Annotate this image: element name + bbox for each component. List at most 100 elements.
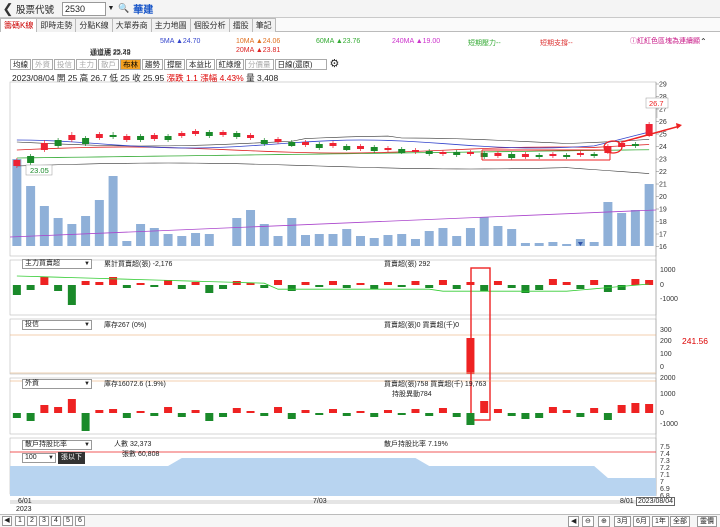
candle-body bbox=[549, 154, 557, 156]
search-icon[interactable]: 🔍 bbox=[118, 3, 129, 14]
main-force-bar bbox=[232, 281, 241, 285]
range-button-1[interactable]: ⊖ bbox=[582, 516, 594, 527]
tab-4[interactable]: 主力地圖 bbox=[150, 18, 191, 32]
candle-body bbox=[109, 135, 117, 137]
foreign-select[interactable]: 外資 ▼ bbox=[22, 379, 92, 389]
retail-tick: 7.1 bbox=[660, 472, 670, 479]
page-button-3[interactable]: 3 bbox=[39, 516, 49, 526]
tab-2[interactable]: 分點K線 bbox=[75, 18, 113, 32]
page-button-1[interactable]: 1 bbox=[15, 516, 25, 526]
page-button-2[interactable]: 2 bbox=[27, 516, 37, 526]
gear-icon[interactable]: ⚙ bbox=[330, 59, 340, 70]
toolbar-2[interactable]: 投信 bbox=[54, 59, 75, 70]
tab-0[interactable]: 籌碼K線 bbox=[0, 18, 38, 32]
retail-select[interactable]: 散戶持股比率 ▼ bbox=[22, 440, 92, 450]
retail-level-button[interactable]: 張以下 bbox=[58, 452, 85, 464]
tab-5[interactable]: 個股分析 bbox=[189, 18, 230, 32]
retail-level-select[interactable]: 100 ▼ bbox=[22, 453, 56, 463]
range-button-5[interactable]: 1年 bbox=[652, 516, 669, 527]
retail-area bbox=[10, 458, 656, 496]
trust-tick: 100 bbox=[660, 351, 672, 358]
candle-body bbox=[260, 140, 268, 144]
foreign-bar bbox=[287, 413, 296, 419]
volume-bar bbox=[328, 234, 338, 246]
tab-7[interactable]: 筆記 bbox=[251, 18, 276, 32]
volume-bar bbox=[81, 216, 91, 246]
volume-bar bbox=[287, 218, 297, 246]
main-force-bar bbox=[315, 285, 324, 287]
foreign-bar bbox=[150, 413, 159, 416]
range-button-0[interactable]: ◀ bbox=[568, 516, 580, 527]
volume-bar bbox=[465, 228, 475, 246]
chevron-down-icon[interactable]: ▼ bbox=[106, 5, 116, 12]
back-icon[interactable]: ❮ bbox=[0, 0, 16, 18]
volume-bar bbox=[589, 242, 599, 246]
main-force-bar bbox=[150, 285, 159, 287]
toolbar-6[interactable]: 趨勢 bbox=[142, 59, 163, 70]
retail-tick: 7.3 bbox=[660, 458, 670, 465]
toolbar-3[interactable]: 主力 bbox=[76, 59, 97, 70]
main-force-bar bbox=[342, 285, 351, 288]
toolbar-9[interactable]: 紅綠燈 bbox=[215, 59, 244, 70]
collapse-icon[interactable]: ⌃ bbox=[700, 37, 707, 46]
toolbar-1[interactable]: 外資 bbox=[32, 59, 53, 70]
tab-3[interactable]: 大單券商 bbox=[111, 18, 152, 32]
toolbar-4[interactable]: 散戶 bbox=[98, 59, 119, 70]
tab-6[interactable]: 擂股 bbox=[228, 18, 253, 32]
range-button-3[interactable]: 3月 bbox=[614, 516, 631, 527]
main-force-bar bbox=[493, 281, 502, 285]
toolbar-8[interactable]: 本益比 bbox=[186, 59, 215, 70]
candle-body bbox=[68, 135, 76, 140]
trust-stock: 庫存267 (0%) bbox=[104, 322, 147, 329]
volume-bar bbox=[534, 243, 544, 246]
volume-bar bbox=[410, 239, 420, 246]
volume-bar bbox=[479, 217, 489, 246]
volume-bar bbox=[562, 244, 572, 246]
range-button-2[interactable]: ⊕ bbox=[598, 516, 610, 527]
volume-bar bbox=[452, 236, 462, 246]
candle-body bbox=[164, 136, 172, 140]
toolbar-0[interactable]: 均線 bbox=[10, 59, 31, 70]
tab-1[interactable]: 即時走勢 bbox=[36, 18, 77, 32]
color-block-toggle[interactable]: ⓘ紅紅色區塊為連續顯 bbox=[630, 36, 700, 46]
toolbar-7[interactable]: 撐壓 bbox=[164, 59, 185, 70]
main-force-bar bbox=[617, 285, 626, 290]
retail-tick: 7 bbox=[660, 479, 664, 486]
main-force-bar bbox=[438, 280, 447, 285]
trust-daily: 買賣超(張)0 買賣超(千)0 bbox=[384, 322, 460, 329]
page-button-6[interactable]: 6 bbox=[75, 516, 85, 526]
trust-select[interactable]: 投信 ▼ bbox=[22, 320, 92, 330]
high-label: 26.7 bbox=[649, 99, 664, 108]
candle-body bbox=[411, 150, 419, 152]
foreign-bar bbox=[95, 410, 104, 413]
foreign-bar bbox=[342, 413, 351, 416]
volume-bar bbox=[603, 202, 613, 246]
range-button-6[interactable]: 全部 bbox=[670, 516, 690, 527]
trust-tick: 0 bbox=[660, 364, 664, 371]
candle-body bbox=[370, 147, 378, 151]
toolbar-10[interactable]: 分價量 bbox=[245, 59, 274, 70]
stock-chart[interactable]: 292827262524232221201918171626.723.05100… bbox=[0, 80, 720, 514]
page-prev-button[interactable]: ◀ bbox=[2, 516, 12, 526]
candle-body bbox=[274, 139, 282, 142]
foreign-bar bbox=[260, 413, 269, 416]
candle-body bbox=[315, 144, 323, 148]
main-force-tick: -1000 bbox=[660, 296, 678, 303]
range-button-7[interactable]: 靈價 bbox=[697, 516, 717, 527]
foreign-bar bbox=[645, 404, 654, 413]
volume-bar bbox=[493, 226, 503, 246]
foreign-bar bbox=[315, 413, 324, 415]
legend-ma5: 5MA ▲24.70 bbox=[160, 38, 201, 45]
range-button-4[interactable]: 6月 bbox=[633, 516, 650, 527]
toolbar-5[interactable]: 布林 bbox=[120, 59, 141, 70]
period-select[interactable]: 日線(還原) bbox=[274, 59, 327, 70]
main-force-select[interactable]: 主力買賣超 ▼ bbox=[22, 259, 92, 269]
legend-ma60: 60MA ▲23.76 bbox=[316, 38, 361, 45]
foreign-bar bbox=[12, 413, 21, 418]
stock-code-input[interactable]: 2530 bbox=[62, 1, 107, 16]
page-button-5[interactable]: 5 bbox=[63, 516, 73, 526]
trend-arrowhead bbox=[676, 123, 682, 129]
price-tick: 19 bbox=[659, 207, 667, 214]
page-button-4[interactable]: 4 bbox=[51, 516, 61, 526]
foreign-bar bbox=[603, 413, 612, 420]
